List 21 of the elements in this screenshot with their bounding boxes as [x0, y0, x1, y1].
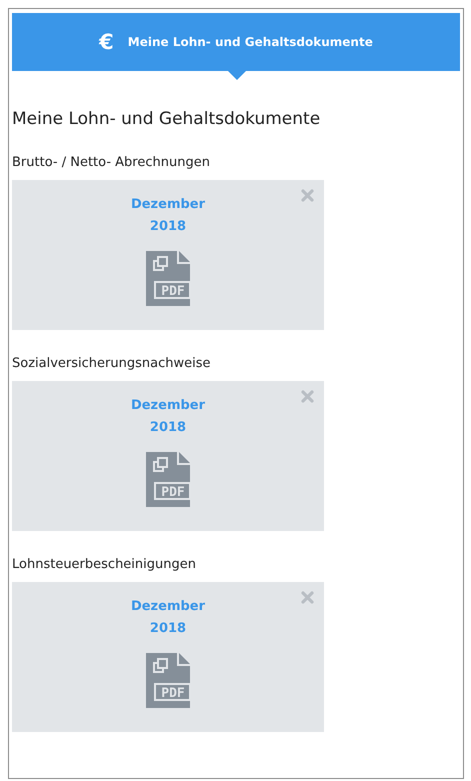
document-month: Dezember — [130, 397, 206, 415]
document-month: Dezember — [130, 598, 206, 616]
section-label: Lohnsteuerbescheinigungen — [12, 557, 197, 572]
document-year: 2018 — [150, 218, 186, 236]
document-card[interactable]: Dezember 2018 PDF — [12, 180, 324, 330]
document-card[interactable]: Dezember 2018 PDF — [12, 582, 324, 732]
document-card[interactable]: Dezember 2018 PDF — [12, 381, 324, 531]
section-label: Brutto- / Netto- Abrechnungen — [12, 155, 211, 170]
close-icon[interactable] — [301, 189, 314, 202]
section-label: Sozialversicherungsnachweise — [12, 356, 212, 371]
banner-title: Meine Lohn- und Gehaltsdokumente — [128, 35, 373, 49]
close-icon[interactable] — [301, 591, 314, 604]
document-year: 2018 — [150, 620, 186, 638]
close-icon[interactable] — [301, 390, 314, 403]
document-year: 2018 — [150, 419, 186, 437]
pdf-file-icon[interactable]: PDF — [146, 452, 190, 507]
pdf-file-icon[interactable]: PDF — [146, 251, 190, 306]
pdf-file-icon[interactable]: PDF — [146, 653, 190, 708]
document-month: Dezember — [130, 196, 206, 214]
euro-icon: € — [99, 32, 114, 52]
page-heading: Meine Lohn- und Gehaltsdokumente — [12, 109, 322, 129]
